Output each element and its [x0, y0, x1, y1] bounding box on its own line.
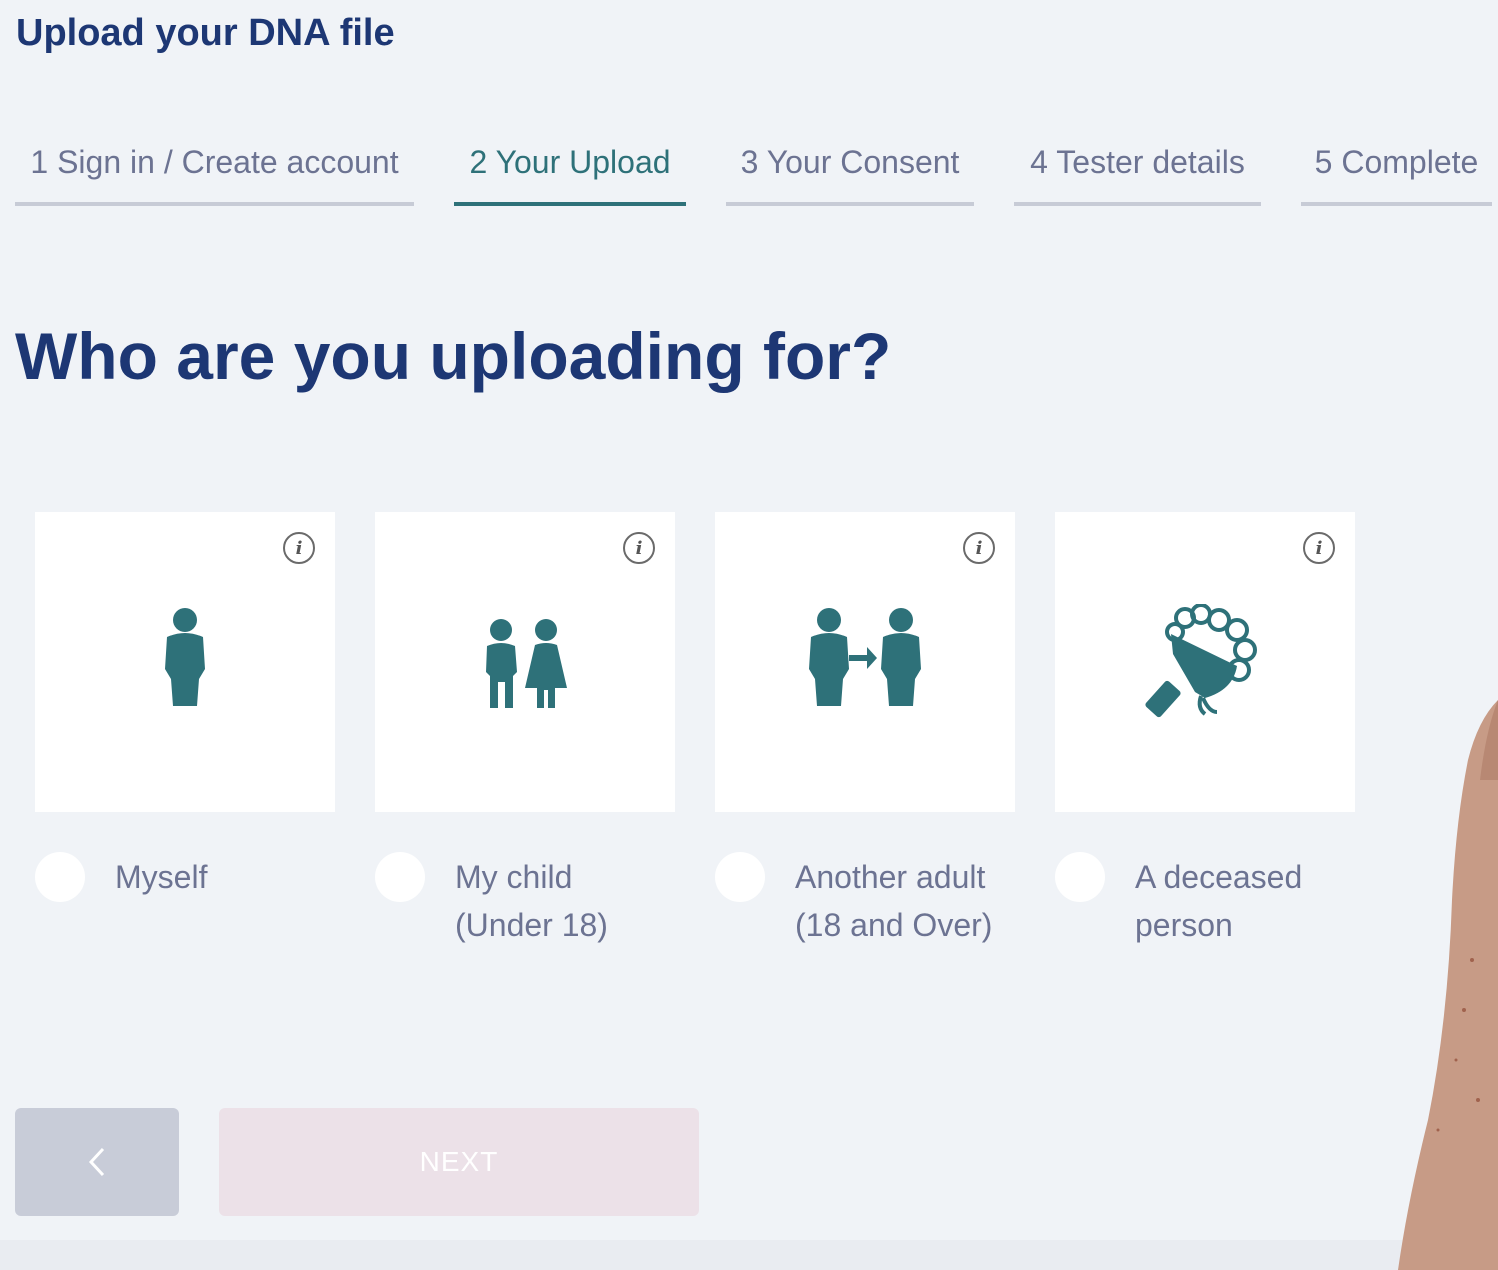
- option-card-my-child[interactable]: i: [375, 512, 675, 812]
- option-label-line1: My child: [455, 859, 573, 895]
- info-icon[interactable]: i: [1303, 532, 1335, 564]
- option-label: Myself: [115, 853, 207, 902]
- step-sign-in[interactable]: 1 Sign in / Create account: [15, 140, 414, 206]
- option-card-another-adult[interactable]: i: [715, 512, 1015, 812]
- option-label-line1: Another adult: [795, 859, 986, 895]
- progress-stepper: 1 Sign in / Create account 2 Your Upload…: [0, 140, 1498, 210]
- step-complete[interactable]: 5 Complete: [1301, 140, 1492, 206]
- person-photo: [1398, 700, 1498, 1270]
- next-button[interactable]: NEXT: [219, 1108, 699, 1216]
- radio-another-adult[interactable]: [715, 852, 765, 902]
- option-label: A deceased person: [1135, 853, 1302, 949]
- option-deceased-person: i A deceased person: [1055, 512, 1355, 949]
- flower-bouquet-icon: [1145, 604, 1257, 718]
- option-label-line1: Myself: [115, 859, 208, 895]
- option-label: My child (Under 18): [455, 853, 608, 949]
- option-label-line2: person: [1135, 907, 1233, 943]
- info-icon[interactable]: i: [963, 532, 995, 564]
- option-label-line1: A deceased: [1135, 859, 1303, 895]
- option-label: Another adult (18 and Over): [795, 853, 992, 949]
- chevron-left-icon: [88, 1147, 105, 1177]
- option-another-adult: i Another adult (18 and Over): [715, 512, 1015, 949]
- radio-deceased-person[interactable]: [1055, 852, 1105, 902]
- option-myself: i Myself: [35, 512, 335, 902]
- info-icon[interactable]: i: [283, 532, 315, 564]
- option-label-line2: (Under 18): [455, 907, 608, 943]
- page-title: Upload your DNA file: [16, 12, 395, 54]
- option-my-child: i My child (Under 18): [375, 512, 675, 949]
- footer-strip: [0, 1240, 1498, 1270]
- children-icon: [486, 619, 567, 708]
- step-your-consent[interactable]: 3 Your Consent: [726, 140, 974, 206]
- back-button[interactable]: [15, 1108, 179, 1216]
- radio-myself[interactable]: [35, 852, 85, 902]
- question-heading: Who are you uploading for?: [15, 319, 892, 393]
- option-card-myself[interactable]: i: [35, 512, 335, 812]
- option-label-line2: (18 and Over): [795, 907, 993, 943]
- two-adults-arrow-icon: [809, 608, 921, 706]
- step-tester-details[interactable]: 4 Tester details: [1014, 140, 1261, 206]
- single-person-icon: [165, 608, 205, 706]
- option-card-deceased-person[interactable]: i: [1055, 512, 1355, 812]
- info-icon[interactable]: i: [623, 532, 655, 564]
- step-your-upload[interactable]: 2 Your Upload: [454, 140, 686, 206]
- radio-my-child[interactable]: [375, 852, 425, 902]
